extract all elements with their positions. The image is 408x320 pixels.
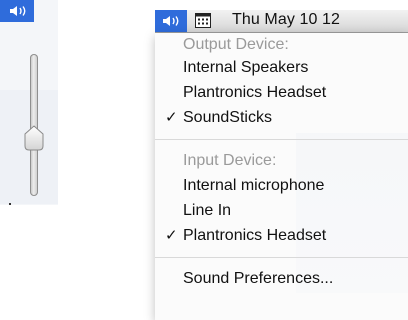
menu-separator (155, 139, 408, 140)
menu-item-input-line-in[interactable]: Line In (183, 201, 231, 221)
menu-separator (155, 257, 408, 258)
menubar-volume-button[interactable] (155, 10, 187, 32)
sound-menu-dropdown: Output Device: Internal Speakers Plantro… (155, 33, 408, 320)
menu-bar: Thu May 10 12 (155, 10, 408, 33)
menu-item-output-soundsticks[interactable]: SoundSticks (183, 108, 272, 128)
screen: Thu May 10 12 Output Device: Internal Sp… (0, 0, 408, 320)
checkmark-icon: ✓ (165, 227, 178, 244)
volume-menu-button[interactable] (0, 0, 34, 22)
menu-item-input-internal-microphone[interactable]: Internal microphone (183, 176, 324, 196)
decorative-dot (9, 203, 11, 205)
volume-slider-knob[interactable] (23, 125, 45, 151)
menubar-clock[interactable]: Thu May 10 12 (232, 11, 340, 29)
checkmark-icon: ✓ (165, 109, 178, 126)
menu-item-output-plantronics-headset[interactable]: Plantronics Headset (183, 83, 326, 103)
speaker-volume-icon (10, 6, 26, 16)
volume-slider-popup (0, 0, 58, 205)
input-device-header: Input Device: (183, 152, 277, 169)
menu-item-sound-preferences[interactable]: Sound Preferences... (183, 269, 333, 289)
speaker-volume-icon (163, 16, 179, 26)
output-device-header: Output Device: (183, 36, 289, 53)
calendar-icon[interactable] (195, 13, 211, 28)
menu-item-input-plantronics-headset[interactable]: Plantronics Headset (183, 226, 326, 246)
menu-item-output-internal-speakers[interactable]: Internal Speakers (183, 58, 308, 78)
